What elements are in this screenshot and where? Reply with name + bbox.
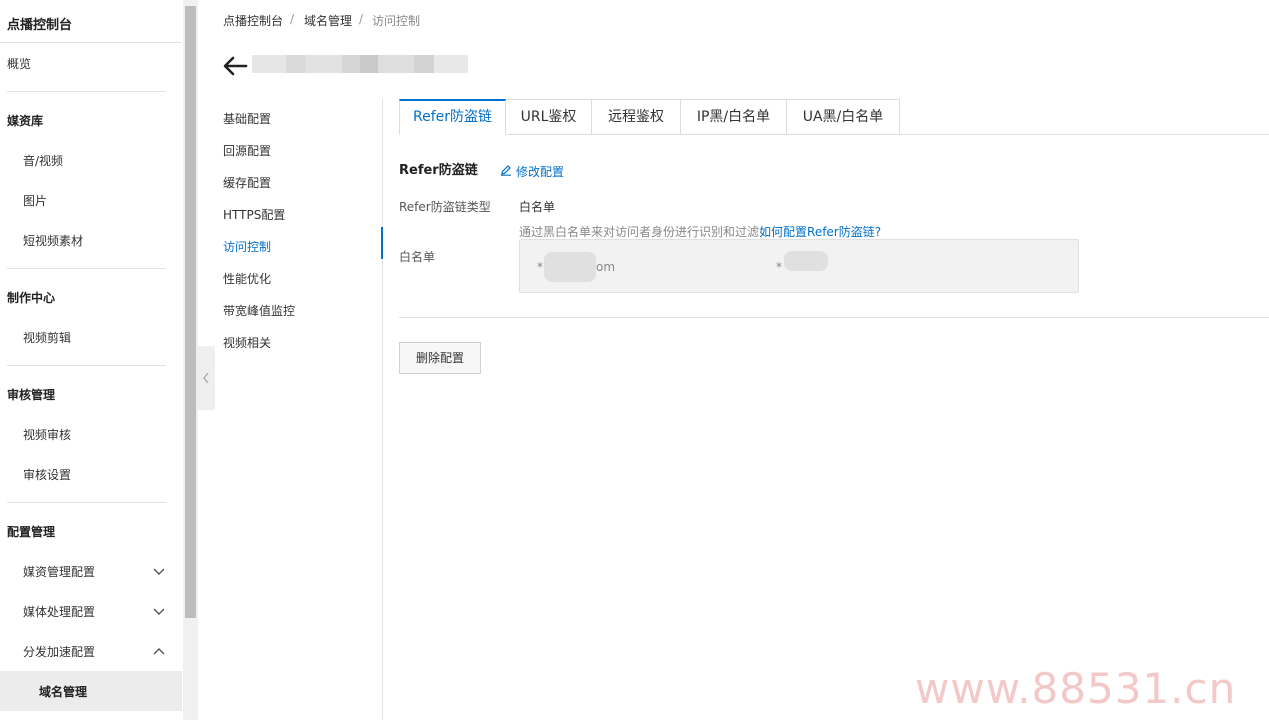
menu-divider	[382, 99, 383, 720]
sidebar-item-processing-config[interactable]: 媒体处理配置	[23, 603, 95, 620]
sidebar-item-media-config[interactable]: 媒资管理配置	[23, 563, 95, 580]
redacted-text	[544, 252, 596, 282]
tab-ua-list[interactable]: UA黑/白名单	[787, 99, 900, 135]
sidebar-item-images[interactable]: 图片	[23, 192, 47, 209]
menu-access-control[interactable]: 访问控制	[223, 238, 271, 255]
sidebar-item-short-video[interactable]: 短视频素材	[23, 232, 83, 249]
field-label-whitelist: 白名单	[399, 250, 436, 264]
section-title: Refer防盗链	[399, 163, 478, 178]
whitelist-entry: *	[776, 260, 782, 274]
chevron-down-icon[interactable]	[152, 564, 166, 578]
field-hint: 通过黑白名单来对访问者身份进行识别和过滤如何配置Refer防盗链?	[519, 223, 881, 240]
hint-text: 通过黑白名单来对访问者身份进行识别和过滤	[519, 225, 760, 239]
menu-https-config[interactable]: HTTPS配置	[223, 206, 285, 223]
edit-icon	[501, 165, 511, 176]
menu-bandwidth-monitor[interactable]: 带宽峰值监控	[223, 302, 295, 319]
menu-video-related[interactable]: 视频相关	[223, 334, 271, 351]
tab-ip-list[interactable]: IP黑/白名单	[681, 99, 787, 135]
sidebar-group-media-library: 媒资库	[7, 114, 44, 128]
sidebar-group-config: 配置管理	[7, 525, 56, 539]
whitelist-entry: om	[596, 260, 616, 274]
divider	[7, 502, 166, 503]
menu-active-indicator	[381, 227, 383, 259]
chevron-up-icon[interactable]	[152, 644, 166, 658]
tab-url-auth[interactable]: URL鉴权	[506, 99, 592, 135]
menu-cache-config[interactable]: 缓存配置	[223, 174, 271, 191]
help-link[interactable]: 如何配置Refer防盗链?	[759, 225, 881, 239]
field-label-type: Refer防盗链类型	[399, 200, 491, 214]
sidebar-item-cdn-config[interactable]: 分发加速配置	[23, 643, 95, 660]
sidebar-item-video-review[interactable]: 视频审核	[23, 426, 71, 443]
sidebar-item-overview[interactable]: 概览	[7, 55, 31, 72]
divider	[7, 91, 166, 92]
sidebar-item-domain-management[interactable]: 域名管理	[39, 683, 87, 700]
tab-remote-auth[interactable]: 远程鉴权	[592, 99, 681, 135]
sidebar-group-review: 审核管理	[7, 388, 56, 402]
divider	[7, 268, 166, 269]
console-title: 点播控制台	[7, 18, 73, 33]
sidebar-scrollbar-thumb[interactable]	[185, 6, 196, 618]
divider	[0, 42, 182, 43]
whitelist-box: * om *	[519, 239, 1079, 293]
delete-config-button[interactable]: 删除配置	[399, 342, 481, 374]
breadcrumb-separator: /	[290, 12, 295, 26]
watermark: www.88531.cn	[915, 664, 1237, 713]
menu-origin-config[interactable]: 回源配置	[223, 142, 271, 159]
console-sidebar: 点播控制台 概览 媒资库 音/视频 图片 短视频素材 制作中心 视频剪辑 审核管…	[0, 0, 182, 720]
collapse-sidebar-button[interactable]	[198, 346, 215, 410]
sidebar-group-production: 制作中心	[7, 291, 56, 305]
field-value-type: 白名单	[519, 200, 556, 214]
redacted-text	[784, 251, 828, 271]
chevron-down-icon[interactable]	[152, 604, 166, 618]
breadcrumb-access-control: 访问控制	[372, 14, 421, 28]
menu-basic-config[interactable]: 基础配置	[223, 110, 271, 127]
divider	[7, 365, 166, 366]
tab-refer-hotlink[interactable]: Refer防盗链	[399, 99, 506, 135]
breadcrumb-separator: /	[359, 12, 364, 26]
whitelist-entry: *	[537, 260, 543, 274]
breadcrumb-console[interactable]: 点播控制台	[223, 12, 283, 29]
sidebar-item-video-edit[interactable]: 视频剪辑	[23, 329, 71, 346]
section-divider	[399, 317, 1269, 318]
chevron-left-icon	[203, 372, 209, 384]
edit-config-link[interactable]: 修改配置	[500, 163, 564, 180]
sidebar-item-review-settings[interactable]: 审核设置	[23, 466, 71, 483]
breadcrumb-domain-management[interactable]: 域名管理	[304, 12, 352, 29]
back-arrow-icon[interactable]	[221, 54, 249, 78]
sidebar-item-domain-active-bg[interactable]	[0, 671, 182, 711]
sidebar-item-audio-video[interactable]: 音/视频	[23, 152, 63, 169]
menu-performance[interactable]: 性能优化	[223, 270, 271, 287]
